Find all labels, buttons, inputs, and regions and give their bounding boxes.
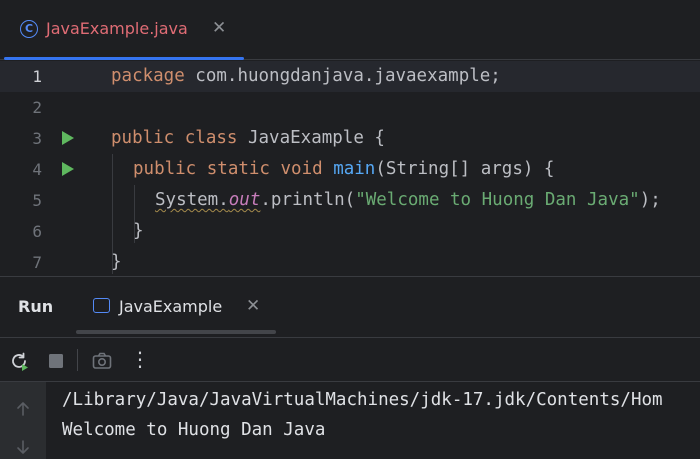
- line-number: 6: [32, 222, 42, 241]
- method-name: main: [333, 159, 376, 179]
- code-line-6[interactable]: 6 }: [0, 216, 700, 247]
- line-number: 4: [32, 160, 42, 179]
- rerun-icon-graphic: [12, 352, 28, 371]
- stop-icon[interactable]: [45, 350, 67, 372]
- toolbar-separator: [77, 349, 78, 371]
- ide-window: C JavaExample.java ✕ 1 package com.huong…: [0, 0, 700, 459]
- editor-tab-bar: C JavaExample.java ✕: [0, 0, 700, 60]
- arrow-down-graphic: [17, 440, 29, 454]
- editor-tab-javaexample[interactable]: C JavaExample.java ✕: [0, 0, 244, 60]
- method-params: (String[] args) {: [375, 159, 555, 179]
- code-text: }: [133, 221, 144, 241]
- scroll-up-icon[interactable]: [14, 400, 32, 418]
- code-line-4[interactable]: 4 public static void main(String[] args)…: [0, 154, 700, 185]
- code-line-2[interactable]: 2: [0, 92, 700, 123]
- console-gutter: [0, 382, 46, 459]
- code-line-1[interactable]: 1 package com.huongdanjava.javaexample;: [0, 61, 700, 92]
- line-number: 3: [32, 129, 42, 148]
- method-call: .println(: [260, 190, 356, 210]
- line-number: 1: [32, 67, 42, 86]
- code-line-3[interactable]: 3 public class JavaExample {: [0, 123, 700, 154]
- keyword: public class: [111, 128, 238, 148]
- code-text: package com.huongdanjava.javaexample;: [111, 61, 501, 92]
- code-editor[interactable]: 1 package com.huongdanjava.javaexample; …: [0, 61, 700, 276]
- code-text: public static void main(String[] args) {: [133, 154, 554, 185]
- line-number: 7: [32, 253, 42, 272]
- java-class-icon: C: [20, 20, 38, 38]
- close-icon[interactable]: ✕: [212, 18, 226, 38]
- line-number: 5: [32, 191, 42, 210]
- run-tool-window: Run JavaExample ✕ ⋮ /Library/Java/JavaVi…: [0, 276, 700, 459]
- camera-icon-graphic: [92, 352, 112, 369]
- run-toolbar: ⋮: [0, 337, 700, 381]
- active-run-tab-indicator: [76, 330, 276, 334]
- code-text: System.out.println("Welcome to Huong Dan…: [155, 185, 661, 216]
- console-line-output: Welcome to Huong Dan Java: [62, 420, 326, 440]
- code-text: }: [111, 252, 122, 272]
- code-line-7[interactable]: 7 }: [0, 247, 700, 278]
- class-declaration: JavaExample {: [237, 128, 385, 148]
- run-panel-title: Run: [18, 297, 54, 316]
- static-field: out: [228, 190, 261, 210]
- rerun-icon[interactable]: [8, 350, 30, 372]
- console-line-command: /Library/Java/JavaVirtualMachines/jdk-17…: [62, 390, 663, 410]
- code-text: public class JavaExample {: [111, 123, 385, 154]
- statement-end: );: [639, 190, 661, 210]
- console-output[interactable]: /Library/Java/JavaVirtualMachines/jdk-17…: [0, 381, 700, 459]
- keyword: package: [111, 66, 185, 86]
- run-tab-label: JavaExample: [119, 297, 223, 316]
- run-main-icon[interactable]: [62, 162, 74, 176]
- dot: .: [218, 190, 229, 210]
- close-icon[interactable]: ✕: [246, 296, 260, 316]
- string-literal: "Welcome to Huong Dan Java": [355, 190, 640, 210]
- keyword: public static void: [133, 159, 323, 179]
- class-ref: System: [155, 190, 219, 210]
- editor-tab-label: JavaExample.java: [46, 19, 188, 38]
- code-line-5[interactable]: 5 System.out.println("Welcome to Huong D…: [0, 185, 700, 216]
- stop-icon-graphic: [49, 354, 63, 368]
- camera-icon[interactable]: [91, 350, 113, 372]
- package-name: com.huongdanjava.javaexample;: [184, 66, 501, 86]
- line-number: 2: [32, 98, 42, 117]
- arrow-up-graphic: [17, 402, 29, 416]
- console-icon: [93, 298, 110, 313]
- active-tab-indicator: [4, 57, 244, 60]
- run-tab-javaexample[interactable]: JavaExample ✕: [76, 277, 276, 337]
- more-vertical-icon[interactable]: ⋮: [130, 348, 150, 370]
- scroll-down-icon[interactable]: [14, 438, 32, 456]
- run-class-icon[interactable]: [62, 131, 74, 145]
